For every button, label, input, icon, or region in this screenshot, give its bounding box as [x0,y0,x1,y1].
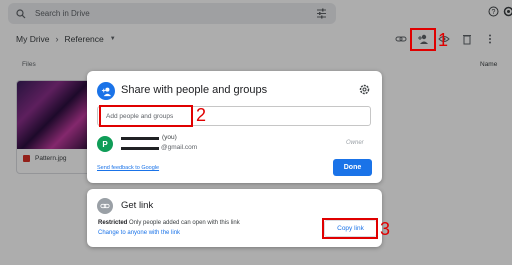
avatar: P [97,136,113,152]
restricted-label: Restricted [98,220,128,226]
restricted-text: Restricted Only people added can open wi… [98,220,240,226]
email-suffix: @gmail.com [161,144,198,151]
share-dialog-title: Share with people and groups [121,84,268,96]
annotation-box-1 [410,28,436,51]
done-button[interactable]: Done [333,159,372,176]
owner-role-label: Owner [346,140,364,146]
annotation-box-2 [99,105,193,127]
redacted-name [121,137,159,140]
you-label: (you) [162,134,177,141]
annotation-number-2: 2 [196,105,207,125]
gear-icon[interactable] [359,84,370,95]
change-access-link[interactable]: Change to anyone with the link [98,230,180,236]
redacted-email [121,147,159,150]
get-link-title: Get link [121,200,154,211]
annotation-number-3: 3 [380,219,391,239]
annotation-number-1: 1 [438,30,449,50]
add-person-icon [97,82,115,100]
send-feedback-link[interactable]: Send feedback to Google [97,165,159,171]
share-dialog: Share with people and groups Add people … [87,71,382,183]
link-circle-icon [97,198,113,214]
annotation-box-3 [322,218,378,239]
restricted-description: Only people added can open with this lin… [129,220,240,226]
